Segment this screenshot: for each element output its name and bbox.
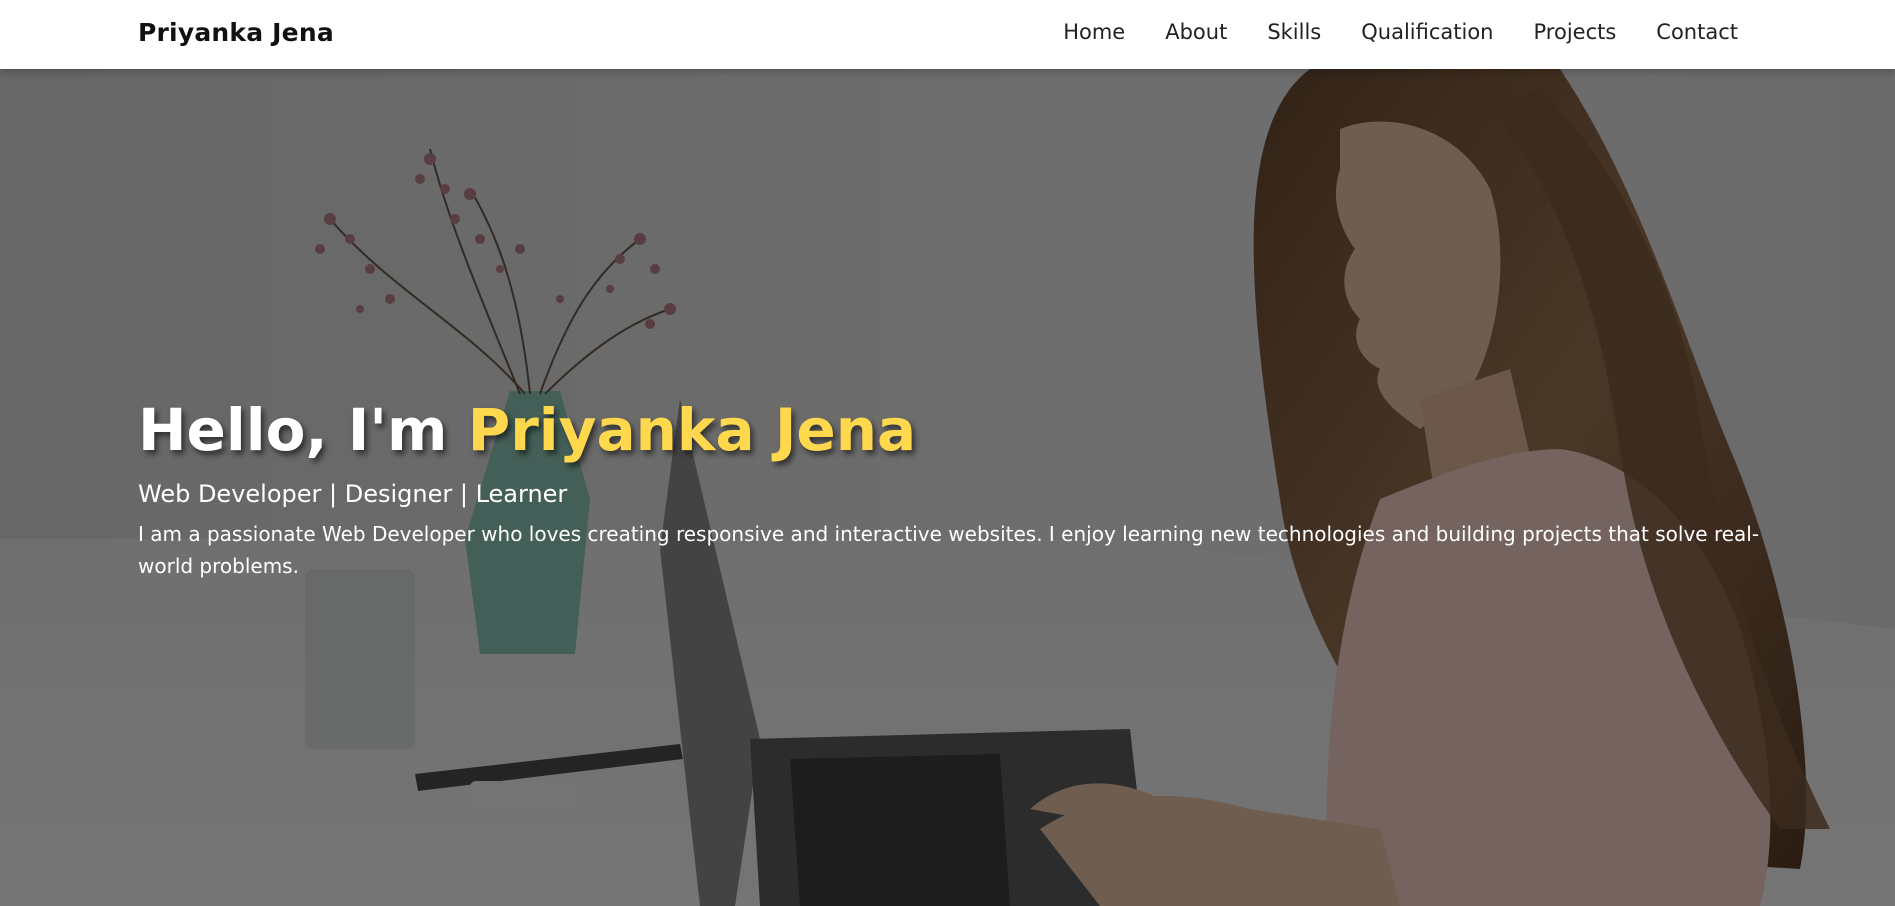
hero-greeting: Hello, I'm xyxy=(138,396,468,464)
nav-link-projects[interactable]: Projects xyxy=(1534,20,1617,44)
nav-link-contact[interactable]: Contact xyxy=(1656,20,1738,44)
hero-section: Hello, I'm Priyanka Jena Web Developer |… xyxy=(0,69,1895,906)
hero-subtitle: Web Developer | Designer | Learner xyxy=(138,479,568,508)
hero-name: Priyanka Jena xyxy=(467,396,917,464)
nav-link-home[interactable]: Home xyxy=(1063,20,1125,44)
brand-logo[interactable]: Priyanka Jena xyxy=(138,18,334,47)
hero-content: Hello, I'm Priyanka Jena Web Developer |… xyxy=(138,397,1778,582)
nav-link-skills[interactable]: Skills xyxy=(1267,20,1321,44)
hero-title: Hello, I'm Priyanka Jena xyxy=(138,397,1778,464)
nav-link-qualification[interactable]: Qualification xyxy=(1361,20,1493,44)
hero-description: I am a passionate Web Developer who love… xyxy=(138,521,1760,578)
nav-link-about[interactable]: About xyxy=(1165,20,1227,44)
navbar: Priyanka Jena Home About Skills Qualific… xyxy=(0,0,1895,69)
nav-menu: Home About Skills Qualification Projects… xyxy=(1063,20,1738,44)
